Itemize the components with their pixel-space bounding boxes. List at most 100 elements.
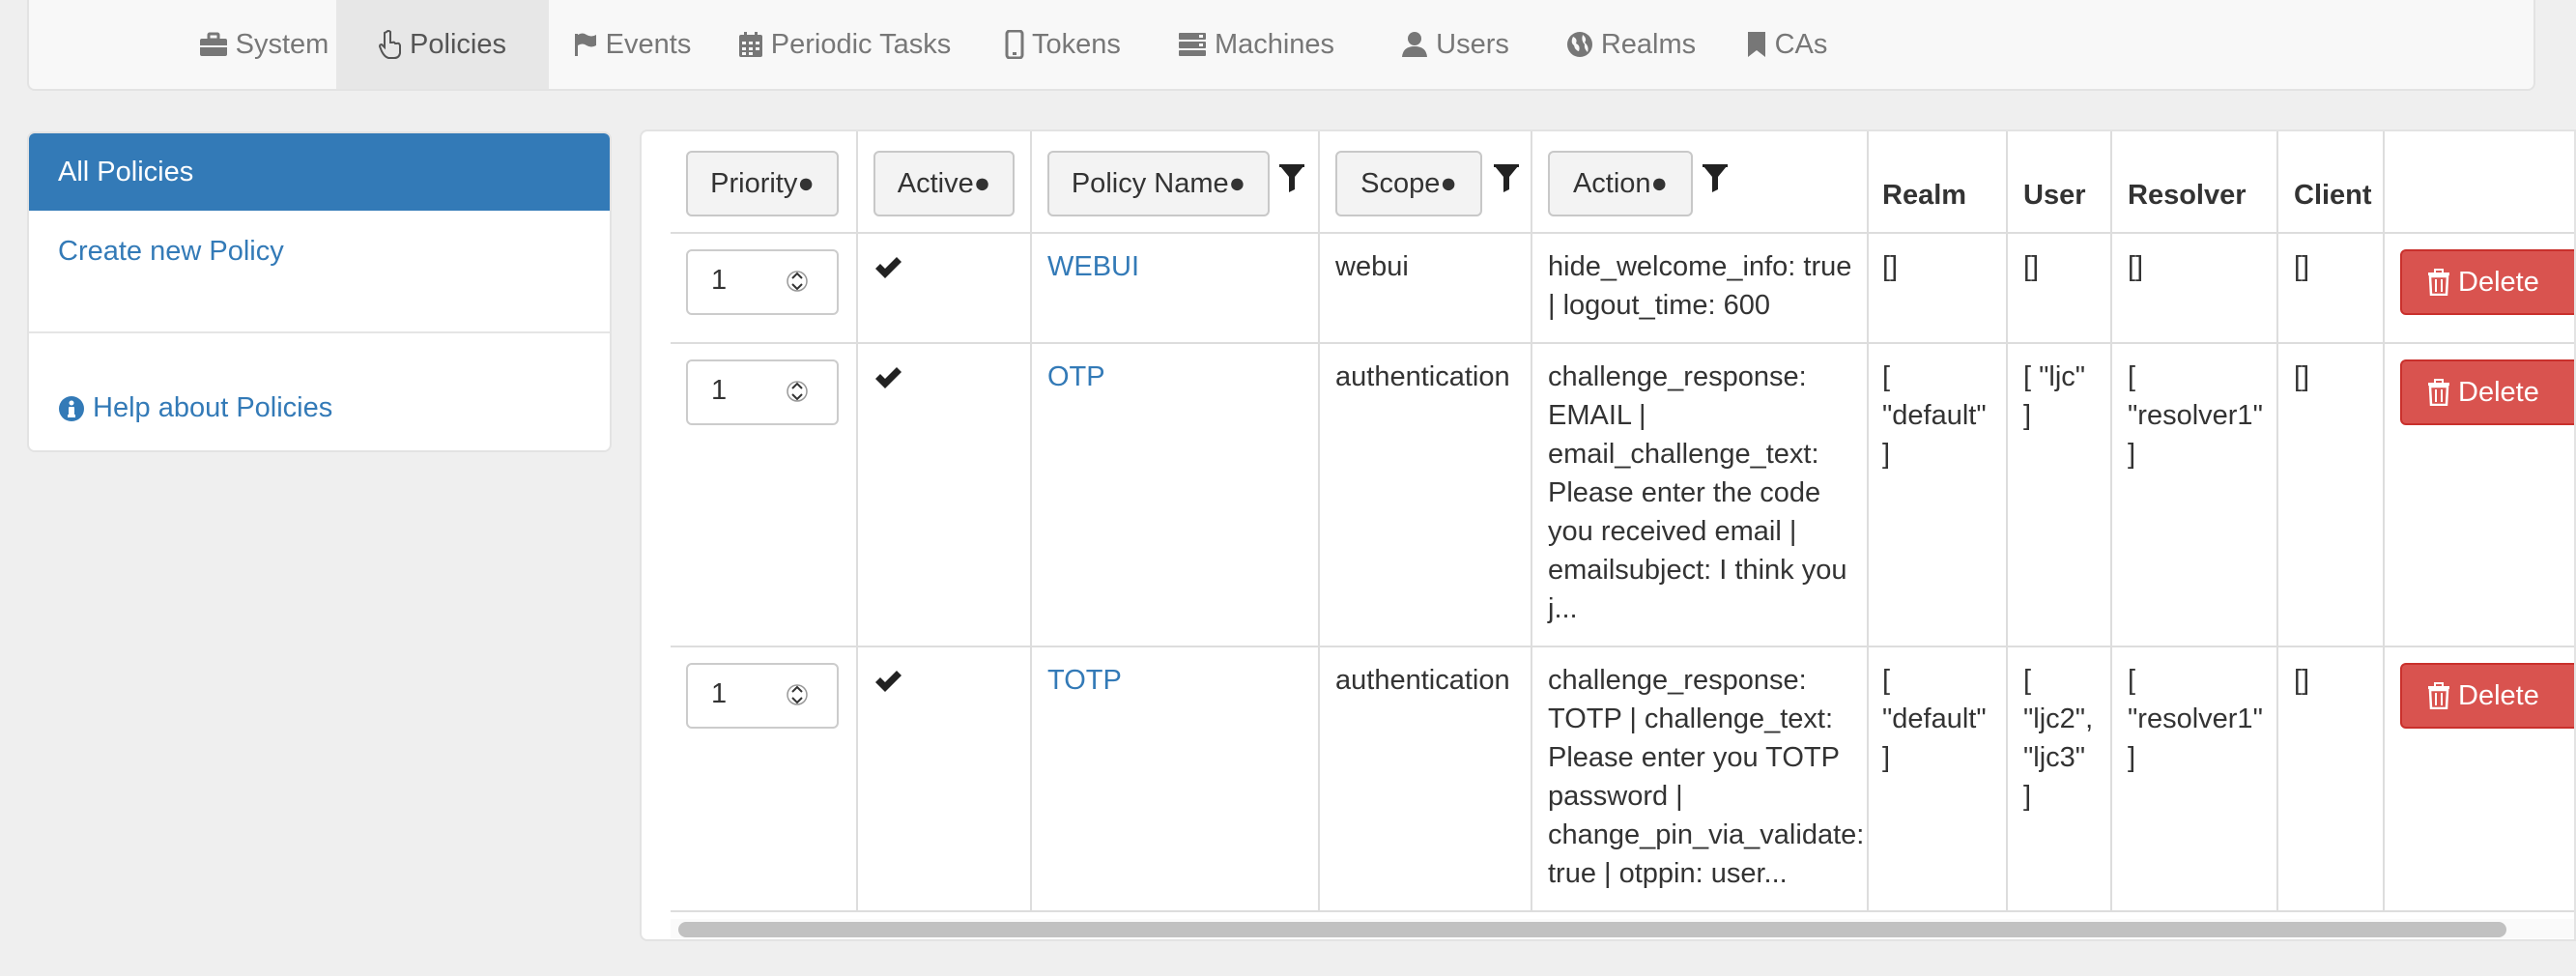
- header-divider: [671, 232, 2574, 234]
- create-policy-link[interactable]: Create new Policy: [58, 236, 284, 268]
- hand-pointer-icon: [379, 30, 402, 59]
- action-line: EMAIL |: [1548, 400, 1646, 431]
- nav-item-label: Policies: [410, 28, 506, 60]
- trash-icon: [2428, 682, 2449, 709]
- column-divider: [1867, 131, 1869, 910]
- nav-item-machines[interactable]: Machines: [1159, 0, 1353, 89]
- action-line: password |: [1548, 781, 1683, 812]
- sidebar-item-all-policies[interactable]: All Policies: [29, 133, 610, 211]
- spinner-icon[interactable]: [787, 373, 808, 410]
- scope-cell: authentication: [1335, 361, 1510, 392]
- client-cell: []: [2294, 665, 2310, 696]
- resolver-line: [: [2128, 361, 2136, 392]
- calendar-icon: [738, 32, 762, 57]
- user-line: [: [2023, 665, 2032, 696]
- nav-item-events[interactable]: Events: [549, 0, 715, 89]
- spinner-icon[interactable]: [787, 676, 808, 713]
- resolver-cell: []: [2128, 251, 2144, 282]
- action-cell: hide_welcome_info: true | logout_time: 6…: [1548, 247, 1851, 325]
- nav-item-tokens[interactable]: Tokens: [986, 0, 1140, 89]
- priority-input[interactable]: 1: [686, 249, 839, 315]
- priority-value: 1: [711, 678, 728, 709]
- action-line: email_challenge_text:: [1548, 439, 1819, 470]
- sort-priority-button[interactable]: Priority●: [686, 151, 839, 216]
- resolver-line: [: [2128, 665, 2136, 696]
- help-policies-label: Help about Policies: [93, 392, 333, 423]
- policy-name-link[interactable]: OTP: [1047, 358, 1105, 396]
- sort-action-button[interactable]: Action●: [1548, 151, 1693, 216]
- sidebar-divider: [29, 331, 610, 333]
- user-line: ]: [2023, 781, 2032, 812]
- flag-icon: [574, 33, 596, 56]
- nav-item-label: Realms: [1600, 28, 1697, 60]
- delete-policy-button[interactable]: Delete: [2400, 359, 2574, 425]
- column-divider: [2276, 131, 2278, 910]
- briefcase-icon: [199, 32, 227, 56]
- nav-item-label: Events: [605, 28, 692, 60]
- user-icon: [1402, 32, 1428, 57]
- realm-column-header: Realm: [1882, 180, 1967, 211]
- nav-item-system[interactable]: System: [174, 0, 354, 89]
- user-line: "ljc2",: [2023, 703, 2094, 734]
- client-column-header: Client: [2294, 180, 2372, 211]
- spinner-icon[interactable]: [787, 263, 808, 300]
- action-line: you received email |: [1548, 516, 1797, 547]
- top-navbar: System Policies Events Periodic Tasks To…: [27, 0, 2535, 91]
- policy-name-link[interactable]: TOTP: [1047, 661, 1122, 700]
- filter-policy-name-icon[interactable]: [1279, 164, 1304, 193]
- realm-line: [: [1882, 361, 1891, 392]
- nav-item-label: Users: [1436, 28, 1509, 60]
- nav-item-periodic-tasks[interactable]: Periodic Tasks: [715, 0, 974, 89]
- priority-value: 1: [711, 375, 728, 406]
- user-cell: []: [2023, 251, 2040, 282]
- user-column-header: User: [2023, 180, 2086, 211]
- priority-value: 1: [711, 265, 728, 296]
- nav-item-users[interactable]: Users: [1380, 0, 1531, 89]
- filter-scope-icon[interactable]: [1494, 164, 1519, 193]
- nav-item-policies[interactable]: Policies: [336, 0, 549, 89]
- nav-item-label: System: [235, 28, 329, 60]
- client-cell: []: [2294, 361, 2310, 392]
- realm-line: ]: [1882, 439, 1891, 470]
- realm-cell: []: [1882, 251, 1899, 282]
- delete-policy-button[interactable]: Delete: [2400, 249, 2574, 315]
- sort-scope-button[interactable]: Scope●: [1335, 151, 1482, 216]
- delete-label: Delete: [2458, 266, 2539, 298]
- action-line: j...: [1548, 593, 1578, 624]
- row-divider: [671, 646, 2574, 647]
- action-line: TOTP | challenge_text:: [1548, 703, 1834, 734]
- sidebar: All Policies Create new Policy Help abou…: [27, 131, 612, 452]
- resolver-cell: [ "resolver1" ]: [2128, 661, 2263, 777]
- nav-item-cas[interactable]: CAs: [1726, 0, 1847, 89]
- realm-cell: [ "default" ]: [1882, 358, 1987, 474]
- delete-policy-button[interactable]: Delete: [2400, 663, 2574, 729]
- priority-input[interactable]: 1: [686, 359, 839, 425]
- mobile-icon: [1005, 30, 1024, 59]
- globe-icon: [1566, 32, 1592, 57]
- policy-name-link[interactable]: WEBUI: [1047, 247, 1139, 286]
- action-line: true | otppin: user...: [1548, 858, 1788, 889]
- column-divider: [1318, 131, 1320, 910]
- policies-table-panel: Priority● Active● Policy Name● Scope● Ac…: [640, 129, 2576, 941]
- sort-active-button[interactable]: Active●: [873, 151, 1015, 216]
- horizontal-scrollbar-thumb[interactable]: [678, 922, 2506, 937]
- user-line: ]: [2023, 400, 2032, 431]
- resolver-cell: [ "resolver1" ]: [2128, 358, 2263, 474]
- filter-action-icon[interactable]: [1703, 164, 1728, 193]
- sort-policy-name-button[interactable]: Policy Name●: [1047, 151, 1270, 216]
- action-cell: challenge_response: EMAIL | email_challe…: [1548, 358, 1846, 628]
- active-check-icon: [875, 257, 902, 278]
- action-line: Please enter the code: [1548, 477, 1821, 508]
- resolver-line: "resolver1": [2128, 400, 2263, 431]
- user-cell: [ "ljc2", "ljc3" ]: [2023, 661, 2093, 816]
- action-cell: challenge_response: TOTP | challenge_tex…: [1548, 661, 1864, 893]
- trash-icon: [2428, 379, 2449, 406]
- priority-input[interactable]: 1: [686, 663, 839, 729]
- resolver-line: ]: [2128, 742, 2136, 773]
- help-policies-link[interactable]: Help about Policies: [58, 392, 332, 424]
- trash-icon: [2428, 269, 2449, 296]
- client-cell: []: [2294, 251, 2310, 282]
- realm-cell: [ "default" ]: [1882, 661, 1987, 777]
- nav-item-realms[interactable]: Realms: [1550, 0, 1712, 89]
- action-line: | logout_time: 600: [1548, 290, 1771, 321]
